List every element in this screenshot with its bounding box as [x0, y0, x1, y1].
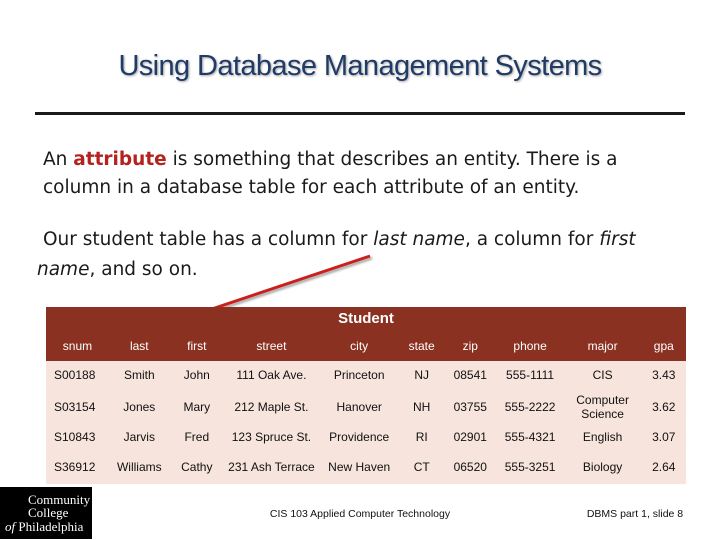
col-header-phone: phone: [496, 331, 564, 361]
col-header-street: street: [223, 331, 319, 361]
cell-gpa: 3.43: [641, 361, 686, 389]
cell-zip: 02901: [443, 424, 497, 450]
cell-street: 111 Oak Ave.: [223, 361, 319, 389]
logo-line-3: of Philadelphia: [5, 520, 83, 533]
col-header-major: major: [563, 331, 642, 361]
cell-last: Smith: [108, 361, 170, 389]
col-header-first: first: [169, 331, 224, 361]
cell-phone: 555-4321: [496, 424, 564, 450]
cell-city: Princeton: [318, 361, 400, 389]
cell-state: NH: [399, 389, 444, 424]
logo-philadelphia: Philadelphia: [18, 519, 84, 534]
footer-slide-number: DBMS part 1, slide 8: [586, 508, 684, 520]
cell-street: 123 Spruce St.: [223, 424, 319, 450]
table-row: S03154 Jones Mary 212 Maple St. Hanover …: [46, 389, 686, 424]
col-header-snum: snum: [46, 331, 109, 361]
college-logo: Community College of Philadelphia: [0, 487, 92, 539]
cell-phone: 555-2222: [496, 389, 564, 424]
table-row: S10843 Jarvis Fred 123 Spruce St. Provid…: [46, 424, 686, 450]
cell-last: Jones: [108, 389, 170, 424]
cell-snum: S36912: [46, 450, 109, 484]
cell-zip: 08541: [443, 361, 497, 389]
cell-snum: S00188: [46, 361, 109, 389]
cell-city: New Haven: [318, 450, 400, 484]
cell-phone: 555-1111: [496, 361, 564, 389]
cell-major: CIS: [563, 361, 642, 389]
cell-phone: 555-3251: [496, 450, 564, 484]
cell-major: Computer Science: [563, 389, 642, 424]
col-header-state: state: [399, 331, 444, 361]
footer-course: CIS 103 Applied Computer Technology: [269, 508, 451, 520]
cell-city: Hanover: [318, 389, 400, 424]
table-title: Student: [46, 307, 686, 331]
table-header-row: snum last first street city state zip ph…: [46, 331, 686, 361]
cell-state: NJ: [399, 361, 444, 389]
cell-gpa: 3.62: [641, 389, 686, 424]
cell-street: 231 Ash Terrace: [223, 450, 319, 484]
cell-snum: S10843: [46, 424, 109, 450]
col-header-gpa: gpa: [641, 331, 686, 361]
cell-first: Mary: [169, 389, 224, 424]
cell-zip: 03755: [443, 389, 497, 424]
cell-last: Jarvis: [108, 424, 170, 450]
cell-state: RI: [399, 424, 444, 450]
cell-major: English: [563, 424, 642, 450]
cell-zip: 06520: [443, 450, 497, 484]
col-header-last: last: [108, 331, 170, 361]
student-table: snum last first street city state zip ph…: [46, 331, 686, 484]
col-header-city: city: [318, 331, 400, 361]
cell-major: Biology: [563, 450, 642, 484]
cell-first: John: [169, 361, 224, 389]
cell-last: Williams: [108, 450, 170, 484]
logo-line-2: College: [28, 505, 69, 520]
col-header-zip: zip: [443, 331, 497, 361]
student-table-container: Student snum last first street city stat…: [46, 307, 686, 484]
cell-city: Providence: [318, 424, 400, 450]
cell-street: 212 Maple St.: [223, 389, 319, 424]
cell-first: Fred: [169, 424, 224, 450]
logo-of: of: [5, 519, 16, 534]
cell-gpa: 3.07: [641, 424, 686, 450]
cell-first: Cathy: [169, 450, 224, 484]
table-row: S00188 Smith John 111 Oak Ave. Princeton…: [46, 361, 686, 389]
table-row: S36912 Williams Cathy 231 Ash Terrace Ne…: [46, 450, 686, 484]
cell-snum: S03154: [46, 389, 109, 424]
cell-gpa: 2.64: [641, 450, 686, 484]
cell-state: CT: [399, 450, 444, 484]
